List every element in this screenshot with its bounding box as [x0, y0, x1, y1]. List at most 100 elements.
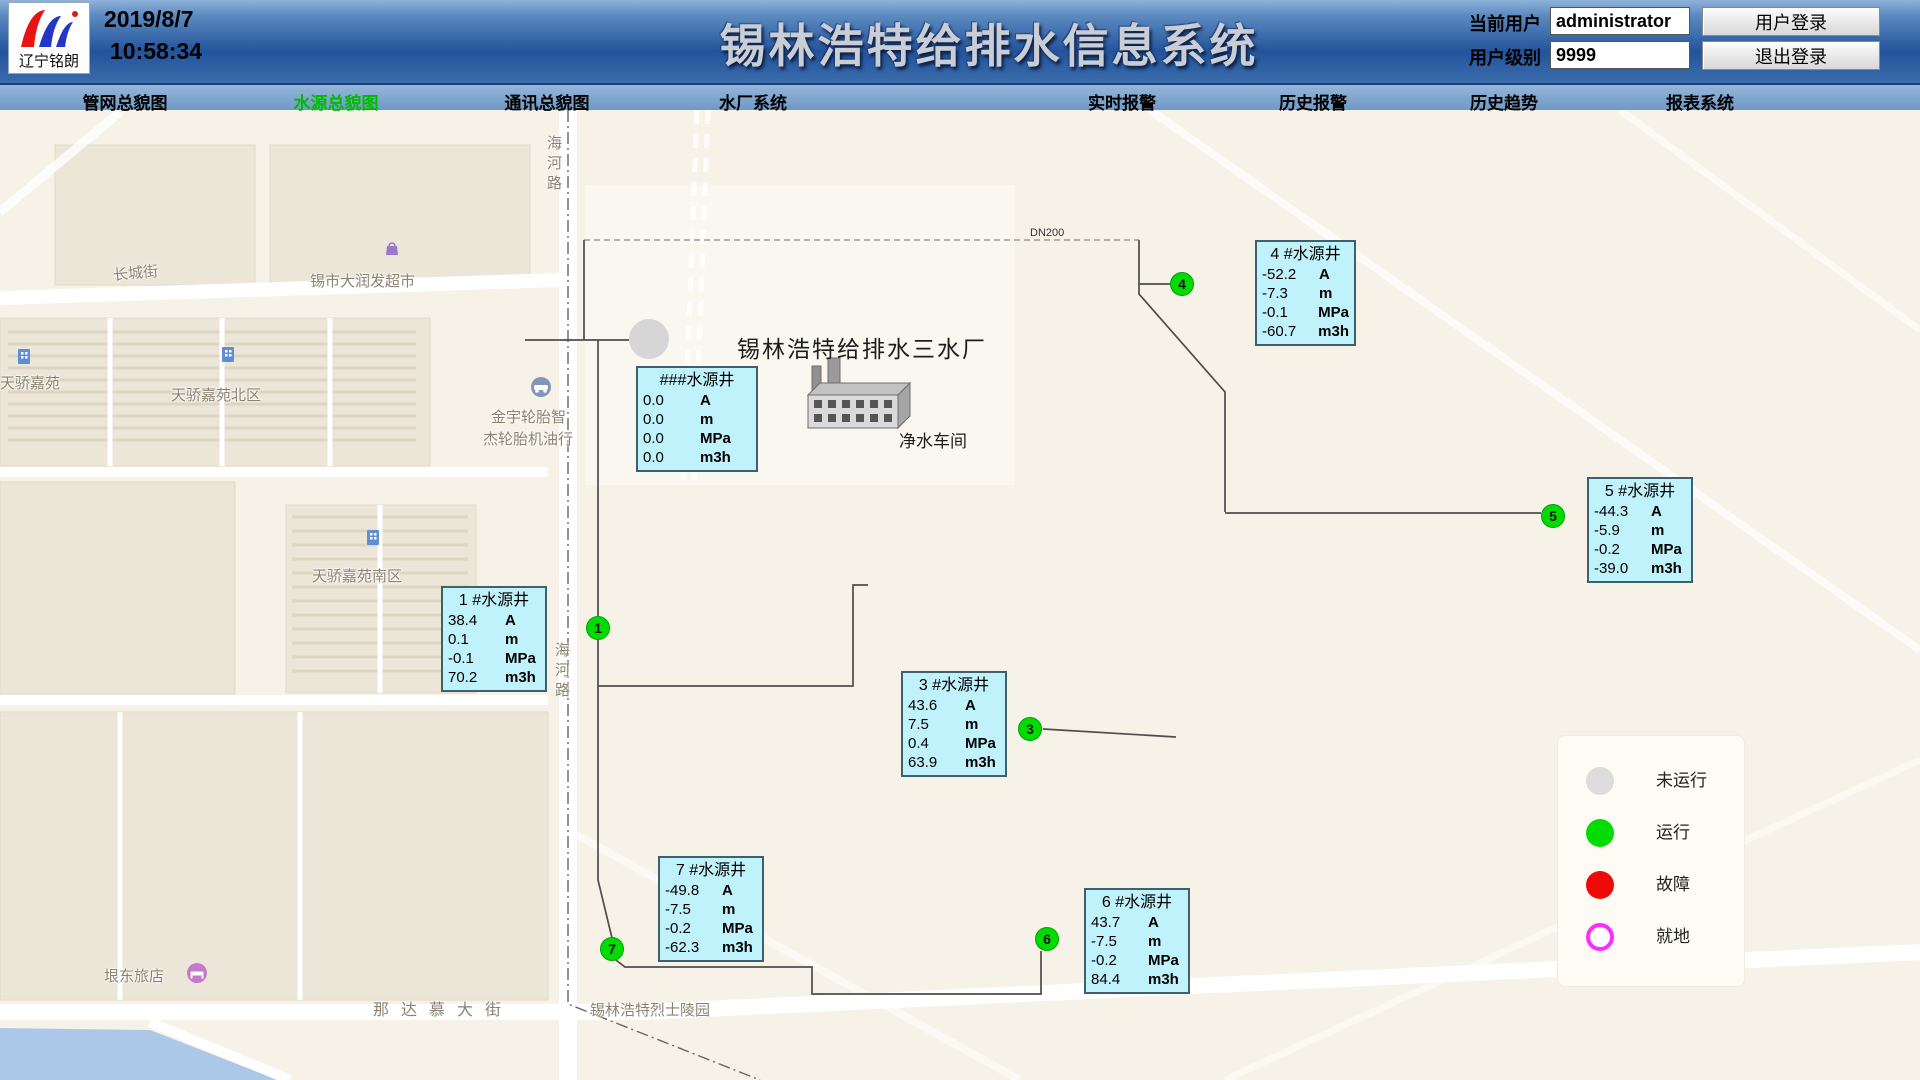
- logout-button[interactable]: 退出登录: [1702, 41, 1880, 70]
- well-box-7-title: 7 #水源井: [660, 860, 762, 881]
- pipe-size-label: DN200: [1030, 227, 1064, 239]
- well-marker-4-number: 4: [1178, 276, 1186, 292]
- well-box-unset[interactable]: ###水源井 0.0A 0.0m 0.0MPa 0.0m3h: [636, 366, 758, 472]
- well-marker-7-number: 7: [608, 941, 616, 957]
- well-box-7[interactable]: 7 #水源井 -49.8A -7.5m -0.2MPa -62.3m3h: [658, 856, 764, 962]
- user-level-input[interactable]: [1550, 41, 1690, 69]
- well-row: -7.3m: [1257, 284, 1354, 303]
- tianjiao-south-building-icon: [363, 527, 383, 547]
- user-level-label: 用户级别: [1469, 44, 1541, 70]
- well-row: -62.3m3h: [660, 938, 762, 957]
- well-row: 70.2m3h: [443, 668, 545, 687]
- current-user-input[interactable]: [1550, 7, 1690, 35]
- poi-label-tianjiao-south: 天骄嘉苑南区: [312, 565, 402, 586]
- nav-item-history-alarm[interactable]: 历史报警: [1279, 89, 1347, 114]
- well-row: 43.7A: [1086, 913, 1188, 932]
- well-marker-3-number: 3: [1026, 721, 1034, 737]
- well-row: 63.9m3h: [903, 753, 1005, 772]
- well-row: 0.1m: [443, 630, 545, 649]
- poi-label-supermarket: 锡市大润发超市: [310, 270, 415, 291]
- legend-fault-dot: [1586, 871, 1614, 899]
- nav-item-realtime-alarm[interactable]: 实时报警: [1088, 89, 1156, 114]
- legend-row-fault: 故障: [1558, 871, 1744, 899]
- current-user-label: 当前用户: [1469, 10, 1541, 36]
- street-label-haihe-mid: 海河路: [551, 642, 572, 702]
- supermarket-icon: [382, 238, 402, 258]
- legend-local-label: 就地: [1656, 923, 1690, 951]
- well-box-3[interactable]: 3 #水源井 43.6A 7.5m 0.4MPa 63.9m3h: [901, 671, 1007, 777]
- well-row: -7.5m: [1086, 932, 1188, 951]
- well-row: 0.0m3h: [638, 448, 756, 467]
- page-title: 锡林浩特给排水信息系统: [720, 10, 1259, 76]
- legend-run-dot: [1586, 819, 1614, 847]
- legend-unrun-dot: [1586, 767, 1614, 795]
- nav-item-reports[interactable]: 报表系统: [1666, 89, 1734, 114]
- well-row: -7.5m: [660, 900, 762, 919]
- well-marker-4[interactable]: 4: [1170, 272, 1194, 296]
- scada-screen: DN200: [0, 0, 1920, 1080]
- well-row: -0.2MPa: [1086, 951, 1188, 970]
- legend-local-dot: [1586, 923, 1614, 951]
- company-logo: 辽宁铭朗: [8, 2, 90, 74]
- well-marker-6-number: 6: [1043, 931, 1051, 947]
- well-marker-1-number: 1: [594, 620, 602, 636]
- well-row: -0.2MPa: [660, 919, 762, 938]
- well-row: -5.9m: [1589, 521, 1691, 540]
- legend-row-run: 运行: [1558, 819, 1744, 847]
- header-bar: 辽宁铭朗 2019/8/7 10:58:34 锡林浩特给排水信息系统 当前用户 …: [0, 0, 1920, 83]
- legend-fault-label: 故障: [1656, 871, 1690, 899]
- well-box-4-title: 4 #水源井: [1257, 244, 1354, 265]
- hotel-bed-icon: [186, 962, 206, 982]
- well-box-6-title: 6 #水源井: [1086, 892, 1188, 913]
- legend-unrun-label: 未运行: [1656, 767, 1707, 795]
- current-time: 10:58:34: [110, 38, 202, 65]
- well-row: -44.3A: [1589, 502, 1691, 521]
- current-date: 2019/8/7: [104, 6, 194, 33]
- nav-item-pipe-network[interactable]: 管网总貌图: [83, 89, 168, 114]
- well-box-1-title: 1 #水源井: [443, 590, 545, 611]
- plant-title: 锡林浩特给排水三水厂: [737, 330, 987, 364]
- nav-item-comms[interactable]: 通讯总貌图: [505, 89, 590, 114]
- well-marker-6[interactable]: 6: [1035, 927, 1059, 951]
- tianjiao-building-icon: [14, 346, 34, 366]
- well-row: -52.2A: [1257, 265, 1354, 284]
- nav-bar: 管网总貌图 水源总貌图 通讯总貌图 水厂系统 实时报警 历史报警 历史趋势 报表…: [0, 83, 1920, 110]
- nav-item-history-trend[interactable]: 历史趋势: [1470, 89, 1538, 114]
- street-label-haihe-top: 海河路: [543, 135, 564, 195]
- well-row: 0.0MPa: [638, 429, 756, 448]
- poi-label-tireshop-1: 金宇轮胎智: [491, 406, 566, 427]
- status-legend: 未运行 运行 故障 就地: [1557, 735, 1745, 987]
- well-row: 38.4A: [443, 611, 545, 630]
- well-marker-1[interactable]: 1: [586, 616, 610, 640]
- logo-mark-icon: [9, 3, 89, 55]
- well-box-1[interactable]: 1 #水源井 38.4A 0.1m -0.1MPa 70.2m3h: [441, 586, 547, 692]
- well-row: -39.0m3h: [1589, 559, 1691, 578]
- tianjiao-north-building-icon: [218, 344, 238, 364]
- well-row: -0.1MPa: [443, 649, 545, 668]
- well-row: 84.4m3h: [1086, 970, 1188, 989]
- legend-run-label: 运行: [1656, 819, 1690, 847]
- street-label-changcheng: 长城街: [112, 260, 159, 285]
- well-row: 0.0m: [638, 410, 756, 429]
- well-marker-5[interactable]: 5: [1541, 504, 1565, 528]
- well-box-5-title: 5 #水源井: [1589, 481, 1691, 502]
- well-marker-unrun[interactable]: [629, 319, 669, 359]
- poi-label-tireshop-2: 杰轮胎机油行: [483, 428, 573, 449]
- well-row: 43.6A: [903, 696, 1005, 715]
- logo-text: 辽宁铭朗: [9, 50, 89, 71]
- well-row: 0.4MPa: [903, 734, 1005, 753]
- well-row: -0.2MPa: [1589, 540, 1691, 559]
- workshop-label: 净水车间: [899, 427, 967, 452]
- nav-item-water-source[interactable]: 水源总貌图: [294, 89, 379, 114]
- well-box-3-title: 3 #水源井: [903, 675, 1005, 696]
- well-box-4[interactable]: 4 #水源井 -52.2A -7.3m -0.1MPa -60.7m3h: [1255, 240, 1356, 346]
- well-marker-3[interactable]: 3: [1018, 717, 1042, 741]
- well-box-5[interactable]: 5 #水源井 -44.3A -5.9m -0.2MPa -39.0m3h: [1587, 477, 1693, 583]
- legend-row-local: 就地: [1558, 923, 1744, 951]
- login-button[interactable]: 用户登录: [1702, 7, 1880, 36]
- well-marker-7[interactable]: 7: [600, 937, 624, 961]
- well-row: -49.8A: [660, 881, 762, 900]
- street-label-nadamu: 那达慕大街: [373, 996, 513, 1020]
- well-box-6[interactable]: 6 #水源井 43.7A -7.5m -0.2MPa 84.4m3h: [1084, 888, 1190, 994]
- nav-item-plant-system[interactable]: 水厂系统: [719, 89, 787, 114]
